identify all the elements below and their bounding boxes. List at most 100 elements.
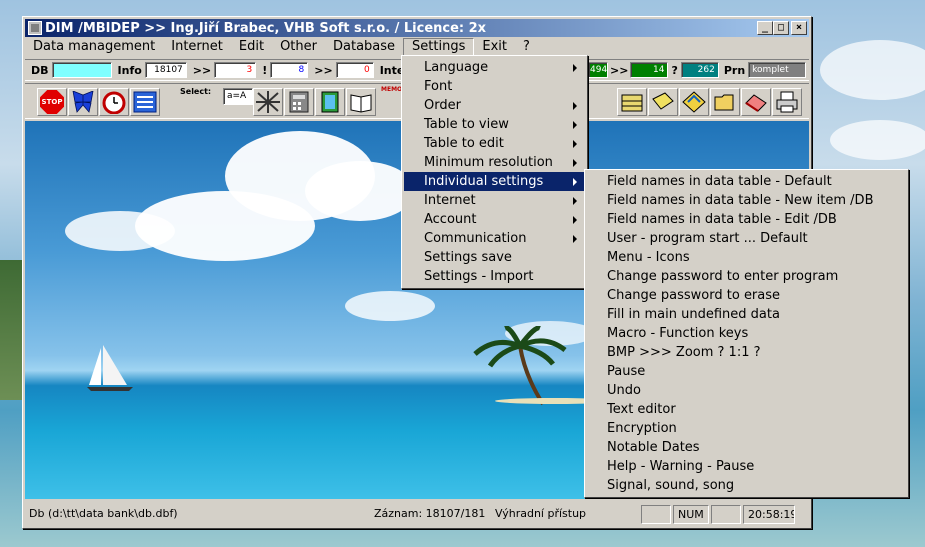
green-count-field-1[interactable]: 494 — [588, 62, 608, 78]
menu-edit[interactable]: Edit — [231, 38, 272, 57]
submenu-arrow-icon — [573, 102, 577, 110]
db-label: DB — [31, 63, 49, 77]
status-db-path: Db (d:\tt\data bank\db.dbf) — [29, 506, 178, 520]
tool-button-3[interactable] — [315, 88, 345, 116]
menu-item-label: Table to edit — [424, 136, 504, 151]
submenu-arrow-icon — [573, 216, 577, 224]
menu-item-order[interactable]: Order — [404, 96, 585, 115]
submenu-item[interactable]: Macro - Function keys — [587, 324, 906, 343]
menu-item-font[interactable]: Font — [404, 77, 585, 96]
tool-button-5[interactable] — [617, 88, 647, 116]
menu-item-internet[interactable]: Internet — [404, 191, 585, 210]
status-panel-empty — [641, 504, 671, 524]
gt-label-2: >> — [314, 63, 333, 77]
menu-item-label: Language — [424, 60, 489, 75]
menu-item-individual-settings[interactable]: Individual settings — [404, 172, 585, 191]
memo-indicator: MEMO — [381, 86, 403, 93]
menu-item-settings-save[interactable]: Settings save — [404, 248, 585, 267]
submenu-arrow-icon — [573, 235, 577, 243]
clock-button[interactable] — [99, 88, 129, 116]
menu-internet[interactable]: Internet — [163, 38, 231, 57]
book-icon — [350, 94, 372, 113]
submenu-item[interactable]: Field names in data table - Default — [587, 172, 906, 191]
teal-count-field[interactable]: 262 — [680, 62, 719, 78]
prn-field[interactable]: komplet — [748, 62, 807, 78]
menu-item-label: Settings save — [424, 250, 512, 265]
green-count-field-2[interactable]: 14 — [630, 62, 669, 78]
menu-item-label: Table to view — [424, 117, 509, 132]
tool-button-6[interactable] — [648, 88, 678, 116]
excl-label: ! — [262, 63, 268, 77]
print-button[interactable] — [772, 88, 802, 116]
prn-label: Prn — [723, 63, 746, 77]
submenu-item[interactable]: Fill in main undefined data — [587, 305, 906, 324]
submenu-arrow-icon — [573, 64, 577, 72]
tool-button-9[interactable] — [741, 88, 771, 116]
submenu-item[interactable]: BMP >>> Zoom ? 1:1 ? — [587, 343, 906, 362]
menu-database[interactable]: Database — [325, 38, 403, 57]
folder-icon — [714, 94, 734, 111]
menu-item-table-to-edit[interactable]: Table to edit — [404, 134, 585, 153]
status-panel-empty-2 — [711, 504, 741, 524]
menu-item-label: Settings - Import — [424, 269, 534, 284]
form-button[interactable] — [130, 88, 160, 116]
submenu-item[interactable]: Encryption — [587, 419, 906, 438]
submenu-item[interactable]: Undo — [587, 381, 906, 400]
submenu-item[interactable]: Notable Dates — [587, 438, 906, 457]
menu-item-account[interactable]: Account — [404, 210, 585, 229]
title-bar: DIM /MBIDEP >> Ing.Jiří Brabec, VHB Soft… — [25, 19, 809, 37]
tool-button-4[interactable] — [346, 88, 376, 116]
tool-button-8[interactable] — [710, 88, 740, 116]
maximize-button[interactable]: □ — [773, 21, 789, 35]
calculator-icon — [289, 91, 309, 113]
menu-item-language[interactable]: Language — [404, 58, 585, 77]
clock-icon — [102, 91, 126, 114]
menu-data-management[interactable]: Data management — [25, 38, 163, 57]
tool-button-1[interactable] — [253, 88, 283, 116]
stop-label: STOP — [41, 98, 63, 106]
menu-item-communication[interactable]: Communication — [404, 229, 585, 248]
settings-menu: Language Font Order Table to view Table … — [401, 55, 588, 289]
butterfly-icon — [72, 91, 94, 113]
menu-item-label: Account — [424, 212, 477, 227]
db-field[interactable] — [51, 62, 112, 78]
blue-count-field[interactable]: 8 — [270, 62, 309, 78]
submenu-item[interactable]: Field names in data table - Edit /DB — [587, 210, 906, 229]
info-label: Info — [117, 63, 142, 77]
diamond-icon — [682, 91, 706, 113]
submenu-item[interactable]: Pause — [587, 362, 906, 381]
submenu-item[interactable]: Change password to enter program — [587, 267, 906, 286]
menu-other[interactable]: Other — [272, 38, 325, 57]
butterfly-button[interactable] — [68, 88, 98, 116]
status-record: Záznam: 18107/18107 — [374, 506, 485, 520]
close-button[interactable]: × — [791, 21, 807, 35]
submenu-item[interactable]: Field names in data table - New item /DB — [587, 191, 906, 210]
menu-item-label: Communication — [424, 231, 527, 246]
submenu-item[interactable]: Menu - Icons — [587, 248, 906, 267]
red-count-field-1[interactable]: 3 — [214, 62, 257, 78]
submenu-item[interactable]: Text editor — [587, 400, 906, 419]
gt-label-3: >> — [610, 63, 629, 77]
submenu-arrow-icon — [573, 159, 577, 167]
sailboat-illustration — [87, 345, 133, 391]
submenu-arrow-icon — [573, 121, 577, 129]
palm-tree-illustration — [473, 326, 567, 406]
select-field[interactable]: a=A — [223, 88, 253, 105]
menu-item-settings-import[interactable]: Settings - Import — [404, 267, 585, 286]
submenu-item[interactable]: User - program start ... Default — [587, 229, 906, 248]
minimize-button[interactable]: _ — [757, 21, 773, 35]
menu-item-table-to-view[interactable]: Table to view — [404, 115, 585, 134]
stop-icon: STOP — [40, 90, 64, 114]
red-count-field-2[interactable]: 0 — [335, 62, 374, 78]
tool-button-7[interactable] — [679, 88, 709, 116]
info-field[interactable]: 18107 — [144, 62, 187, 78]
status-num: NUM — [673, 504, 709, 524]
submenu-item[interactable]: Change password to erase — [587, 286, 906, 305]
stop-button[interactable]: STOP — [37, 88, 67, 116]
pattern-icon — [256, 91, 280, 113]
menu-item-minimum-resolution[interactable]: Minimum resolution — [404, 153, 585, 172]
submenu-item[interactable]: Help - Warning - Pause — [587, 457, 906, 476]
menu-item-label: Internet — [424, 193, 476, 208]
submenu-item[interactable]: Signal, sound, song — [587, 476, 906, 495]
tool-button-2[interactable] — [284, 88, 314, 116]
